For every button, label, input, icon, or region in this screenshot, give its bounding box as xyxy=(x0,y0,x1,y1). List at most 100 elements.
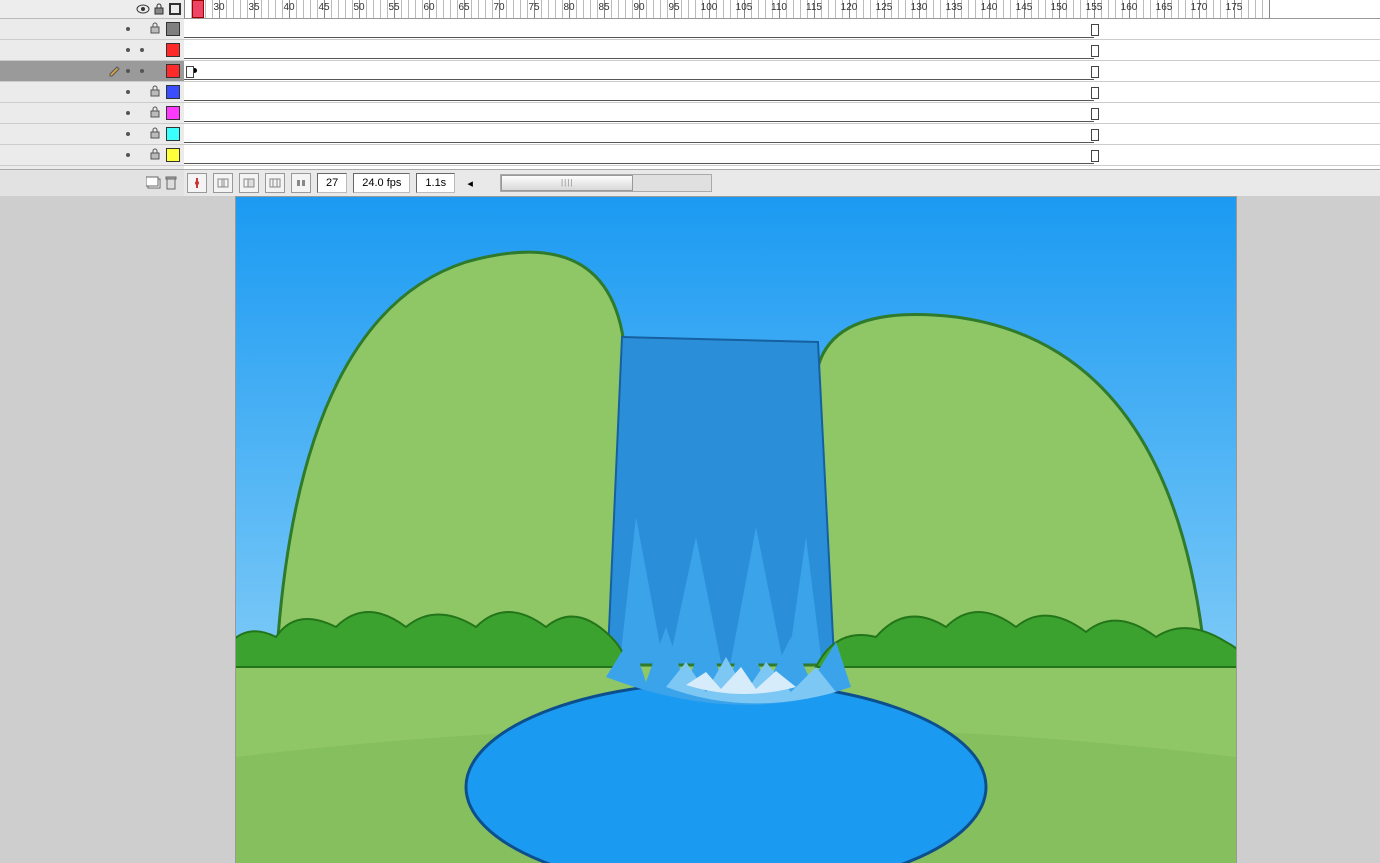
ruler-label: 55 xyxy=(388,2,399,13)
ruler-label: 35 xyxy=(248,2,259,13)
layer-color-swatch[interactable] xyxy=(166,64,180,78)
ruler-label: 100 xyxy=(701,2,718,13)
scroll-left-button[interactable]: ◂ xyxy=(461,174,479,192)
visibility-dot[interactable] xyxy=(126,153,130,157)
frame-track[interactable] xyxy=(184,82,1380,103)
ruler-label: 80 xyxy=(563,2,574,13)
keyframe-marker[interactable] xyxy=(1091,45,1099,57)
ruler-label: 90 xyxy=(633,2,644,13)
frame-span xyxy=(184,37,1094,38)
layer-row[interactable] xyxy=(0,19,184,40)
playhead[interactable] xyxy=(192,0,204,18)
scrollbar-thumb[interactable]: |||| xyxy=(501,175,633,191)
visibility-dot[interactable] xyxy=(126,90,130,94)
visibility-dot[interactable] xyxy=(126,69,130,73)
lock-icon[interactable] xyxy=(150,127,162,139)
timeline-panel: 3035404550556065707580859095100105110115… xyxy=(0,0,1380,197)
frame-span xyxy=(184,142,1094,143)
ruler-label: 110 xyxy=(771,2,787,13)
layer-color-swatch[interactable] xyxy=(166,43,180,57)
layer-row[interactable] xyxy=(0,124,184,145)
visibility-dot[interactable] xyxy=(126,111,130,115)
layer-color-swatch[interactable] xyxy=(166,127,180,141)
keyframe-marker[interactable] xyxy=(186,66,194,78)
ruler-label: 95 xyxy=(668,2,679,13)
flash-animation-editor: 3035404550556065707580859095100105110115… xyxy=(0,0,1380,863)
bush-left xyxy=(236,612,626,667)
keyframe-marker[interactable] xyxy=(1091,24,1099,36)
ruler-label: 170 xyxy=(1191,2,1208,13)
frame-rate-field[interactable]: 24.0 fps xyxy=(353,173,410,193)
lock-icon[interactable] xyxy=(152,2,166,16)
ruler-label: 105 xyxy=(736,2,753,13)
ruler-label: 75 xyxy=(528,2,539,13)
ruler-label: 175 xyxy=(1226,2,1243,13)
lock-icon[interactable] xyxy=(150,85,162,97)
center-playhead-button[interactable] xyxy=(187,173,207,193)
eye-icon[interactable] xyxy=(136,2,150,16)
waterfall-scene xyxy=(236,197,1236,863)
lock-icon[interactable] xyxy=(150,148,162,160)
stage-area xyxy=(0,196,1380,863)
timeline-status-bar: 27 24.0 fps 1.1s ◂ |||| xyxy=(184,169,1380,196)
timeline-ruler[interactable]: 3035404550556065707580859095100105110115… xyxy=(184,0,1380,19)
lock-dot[interactable] xyxy=(140,69,144,73)
layers-header xyxy=(0,0,184,19)
edit-multiple-frames-button[interactable] xyxy=(265,173,285,193)
ruler-label: 140 xyxy=(981,2,998,13)
visibility-dot[interactable] xyxy=(126,27,130,31)
frame-span xyxy=(184,121,1094,122)
keyframe-marker[interactable] xyxy=(1091,66,1099,78)
pencil-icon xyxy=(108,64,122,78)
new-layer-icon[interactable] xyxy=(146,175,162,191)
layer-row[interactable] xyxy=(0,61,184,82)
ruler-label: 165 xyxy=(1156,2,1173,13)
trash-icon[interactable] xyxy=(164,175,180,191)
onion-markers-button[interactable] xyxy=(291,173,311,193)
frame-span xyxy=(184,58,1094,59)
onion-skin-outlines-button[interactable] xyxy=(239,173,259,193)
ruler-label: 145 xyxy=(1016,2,1033,13)
frame-track[interactable] xyxy=(184,103,1380,124)
ruler-label: 60 xyxy=(423,2,434,13)
onion-skin-button[interactable] xyxy=(213,173,233,193)
layer-rows xyxy=(0,19,184,187)
lock-icon[interactable] xyxy=(150,22,162,34)
frame-track[interactable] xyxy=(184,40,1380,61)
frame-track[interactable] xyxy=(184,19,1380,40)
frame-track[interactable] xyxy=(184,61,1380,82)
keyframe-marker[interactable] xyxy=(1091,87,1099,99)
frame-tracks[interactable] xyxy=(184,19,1380,187)
current-frame-field[interactable]: 27 xyxy=(317,173,347,193)
visibility-dot[interactable] xyxy=(126,132,130,136)
ruler-label: 120 xyxy=(841,2,858,13)
frame-track[interactable] xyxy=(184,145,1380,166)
lock-dot[interactable] xyxy=(140,48,144,52)
visibility-dot[interactable] xyxy=(126,48,130,52)
ruler-label: 115 xyxy=(806,2,822,13)
layer-row[interactable] xyxy=(0,103,184,124)
elapsed-time-field[interactable]: 1.1s xyxy=(416,173,455,193)
layer-row[interactable] xyxy=(0,145,184,166)
frame-span xyxy=(184,163,1094,164)
layer-color-swatch[interactable] xyxy=(166,106,180,120)
keyframe-marker[interactable] xyxy=(1091,150,1099,162)
layer-color-swatch[interactable] xyxy=(166,85,180,99)
layer-row[interactable] xyxy=(0,40,184,61)
keyframe-marker[interactable] xyxy=(1091,108,1099,120)
ruler-label: 65 xyxy=(458,2,469,13)
keyframe-marker[interactable] xyxy=(1091,129,1099,141)
layer-color-swatch[interactable] xyxy=(166,22,180,36)
ruler-label: 135 xyxy=(946,2,963,13)
ruler-label: 150 xyxy=(1051,2,1068,13)
layer-row[interactable] xyxy=(0,82,184,103)
ruler-label: 70 xyxy=(493,2,504,13)
layer-color-swatch[interactable] xyxy=(166,148,180,162)
ruler-label: 85 xyxy=(598,2,609,13)
ruler-label: 40 xyxy=(283,2,294,13)
stage-canvas[interactable] xyxy=(235,196,1237,863)
lock-icon[interactable] xyxy=(150,106,162,118)
timeline-scrollbar[interactable]: |||| xyxy=(500,174,712,192)
outline-icon[interactable] xyxy=(168,2,182,16)
frame-track[interactable] xyxy=(184,124,1380,145)
